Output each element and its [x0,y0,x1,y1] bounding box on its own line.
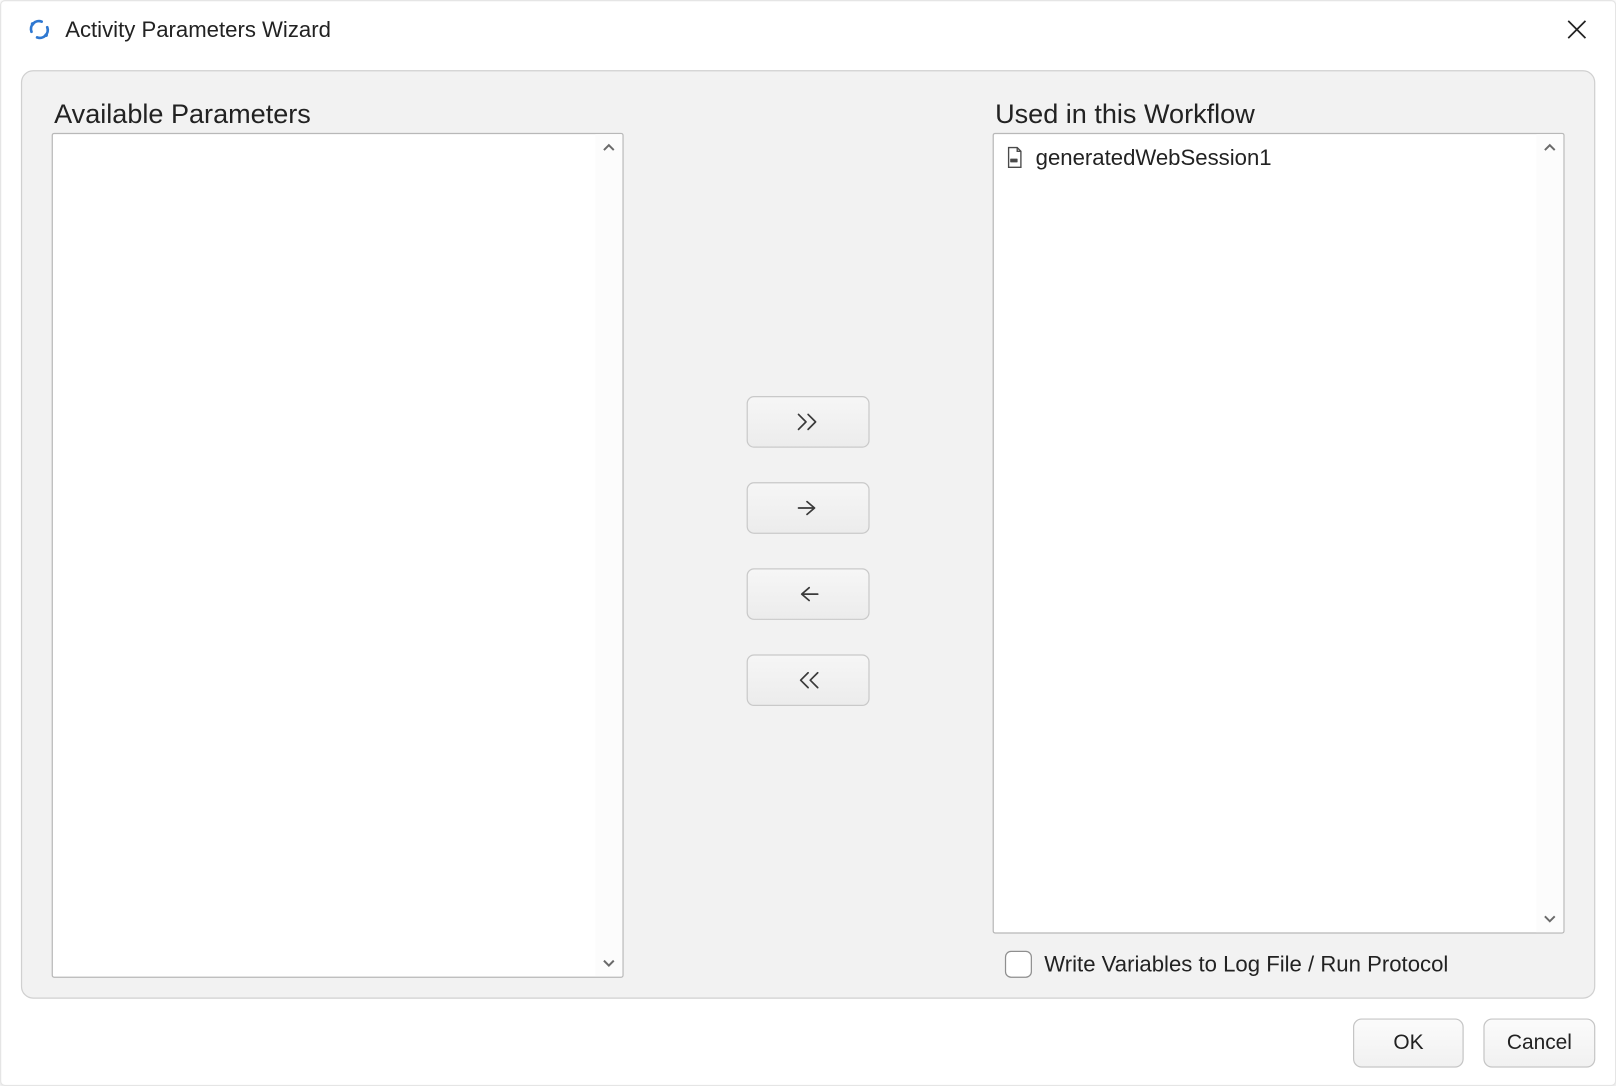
chevron-up-icon [1542,140,1557,155]
used-workflow-panel: Used in this Workflow generatedWebSessio… [993,98,1565,977]
scroll-down-button[interactable] [1536,905,1563,932]
move-right-button[interactable] [747,482,870,534]
used-workflow-listbox[interactable]: generatedWebSession1 [993,133,1565,934]
ok-button[interactable]: OK [1353,1018,1464,1067]
dialog-button-bar: OK Cancel [1,1009,1615,1085]
available-parameters-panel: Available Parameters [52,98,624,977]
activity-parameters-wizard-dialog: Activity Parameters Wizard Available Par… [0,0,1616,1086]
chevron-down-icon [1542,911,1557,926]
available-parameters-listbox[interactable] [52,133,624,978]
scroll-up-button[interactable] [1536,134,1563,161]
double-arrow-right-icon [792,409,824,434]
available-scrollbar[interactable] [595,134,622,977]
close-icon [1567,20,1587,40]
file-icon [1004,146,1026,168]
scroll-down-button[interactable] [595,950,622,977]
app-icon [26,16,53,43]
double-arrow-left-icon [792,667,824,692]
file-icon [1004,146,1026,168]
write-log-checkbox-label: Write Variables to Log File / Run Protoc… [1044,951,1448,977]
content-frame: Available Parameters [21,70,1595,999]
list-item[interactable]: generatedWebSession1 [999,141,1532,173]
cancel-button[interactable]: Cancel [1483,1018,1595,1067]
move-all-left-button[interactable] [747,654,870,706]
available-parameters-label: Available Parameters [52,98,624,130]
titlebar: Activity Parameters Wizard [1,1,1615,58]
scroll-up-button[interactable] [595,134,622,161]
move-all-right-button[interactable] [747,395,870,447]
arrow-right-icon [792,495,824,520]
arrow-left-icon [792,581,824,606]
chevron-down-icon [601,956,616,971]
write-log-checkbox-row: Write Variables to Log File / Run Protoc… [993,951,1565,978]
close-button[interactable] [1549,5,1606,54]
transfer-buttons [624,98,993,977]
move-left-button[interactable] [747,568,870,620]
chevron-up-icon [601,140,616,155]
write-log-checkbox[interactable] [1005,951,1032,978]
cancel-button-label: Cancel [1507,1031,1572,1056]
window-title: Activity Parameters Wizard [65,17,331,43]
list-item-label: generatedWebSession1 [1036,145,1272,171]
used-workflow-label: Used in this Workflow [993,98,1565,130]
used-scrollbar[interactable] [1536,134,1563,932]
ok-button-label: OK [1393,1031,1423,1056]
